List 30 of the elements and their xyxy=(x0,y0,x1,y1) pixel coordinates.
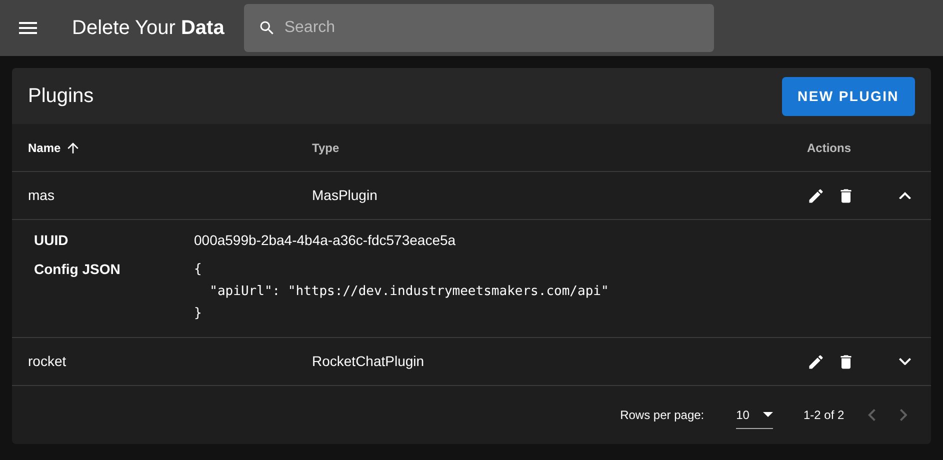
expand-button[interactable] xyxy=(899,192,911,200)
pencil-icon xyxy=(807,186,825,204)
new-plugin-button[interactable]: NEW PLUGIN xyxy=(782,76,915,116)
chevron-left-icon xyxy=(868,409,876,421)
name-cell: rocket xyxy=(28,353,66,369)
type-cell: RocketChatPlugin xyxy=(312,353,424,369)
edit-button[interactable] xyxy=(807,186,825,204)
search-field[interactable]: Search xyxy=(244,4,714,52)
app-title: Delete Your Data xyxy=(72,16,224,41)
column-header[interactable]: Type xyxy=(312,138,340,156)
chevron-right-icon xyxy=(900,409,907,421)
detail-label: Config JSON xyxy=(34,260,122,279)
edit-button[interactable] xyxy=(807,352,825,370)
column-header[interactable]: Actions xyxy=(807,138,852,156)
rows-per-page-label: Rows per page: xyxy=(620,407,704,424)
page-range: 1-2 of 2 xyxy=(803,407,844,424)
uuid-value: 000a599b-2ba4-4b4a-a36c-fdc573eace5a xyxy=(194,231,456,250)
detail-label: UUID xyxy=(34,231,70,250)
column-header[interactable]: Name xyxy=(28,138,61,156)
card-title: Plugins xyxy=(28,84,94,109)
search-icon xyxy=(258,19,276,37)
expand-button[interactable] xyxy=(899,358,911,366)
pencil-icon xyxy=(807,352,825,370)
dropdown-caret-icon xyxy=(763,412,774,417)
chevron-icon xyxy=(899,358,911,366)
config-json-text: { "apiUrl": "https://dev.industrymeetsmakers.com/api" } xyxy=(194,261,609,323)
name-cell: mas xyxy=(28,187,54,203)
chevron-icon xyxy=(899,192,911,200)
rows-per-page-select[interactable]: 10 xyxy=(736,402,774,428)
type-cell: MasPlugin xyxy=(312,187,378,203)
